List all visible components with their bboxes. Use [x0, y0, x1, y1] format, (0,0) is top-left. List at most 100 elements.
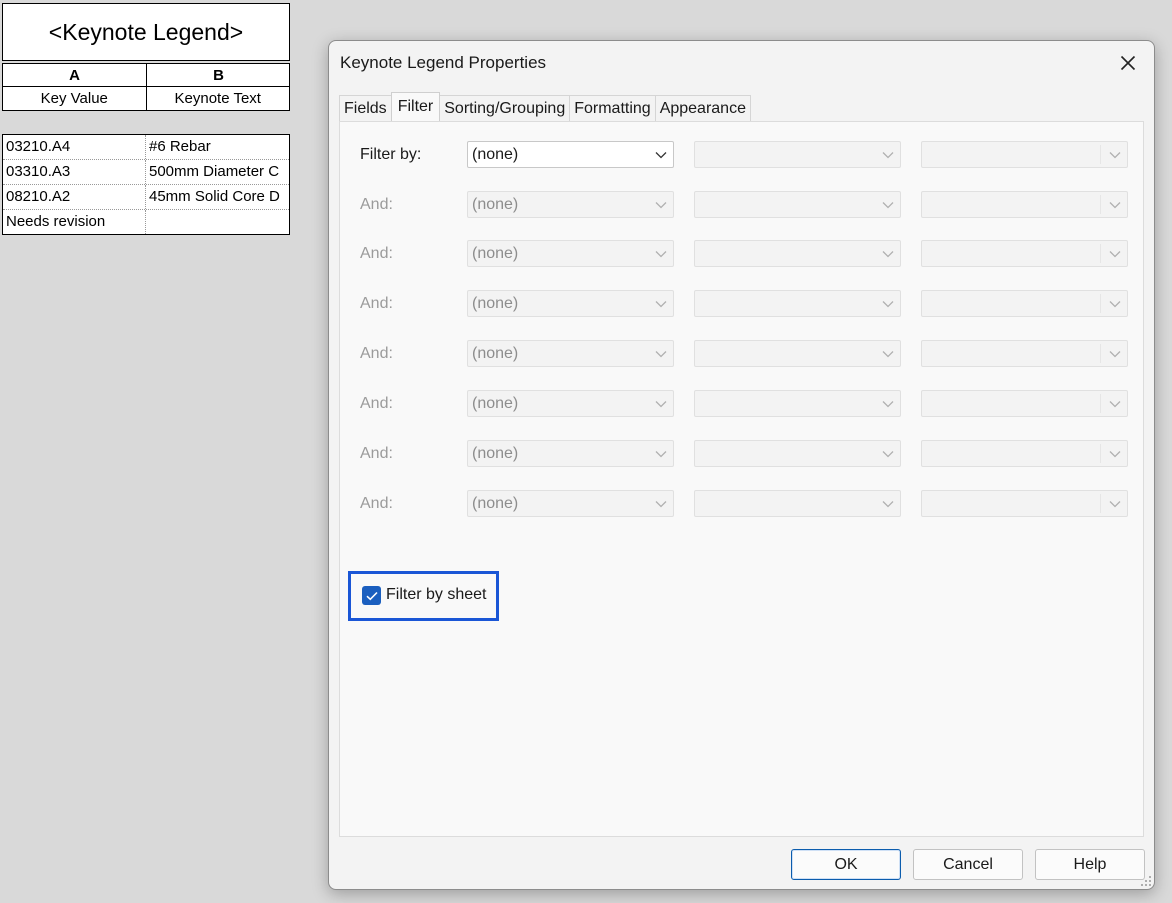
chevron-down-icon: [655, 351, 667, 358]
chevron-down-icon: [655, 202, 667, 209]
filter-field-select[interactable]: (none): [467, 191, 674, 218]
filter-row-label: And:: [360, 295, 393, 312]
help-button[interactable]: Help: [1035, 849, 1145, 880]
filter-row: And: (none): [340, 290, 1143, 318]
keynote-text-cell[interactable]: #6 Rebar: [146, 135, 289, 159]
schedule-title[interactable]: <Keynote Legend>: [2, 3, 290, 61]
table-row[interactable]: Needs revision: [3, 210, 289, 234]
keynote-legend-properties-dialog: Keynote Legend Properties Fields Filter …: [328, 40, 1155, 890]
filter-field-value: (none): [472, 245, 519, 262]
schedule-body: 03210.A4 #6 Rebar 03310.A3 500mm Diamete…: [2, 134, 290, 235]
column-header-key-value[interactable]: Key Value: [3, 87, 147, 110]
filter-value-select[interactable]: [921, 191, 1128, 218]
filter-value-select[interactable]: [921, 141, 1128, 168]
combo-separator: [1100, 244, 1101, 263]
filter-value-select[interactable]: [921, 390, 1128, 417]
filter-condition-select[interactable]: [694, 390, 901, 417]
resize-grip-icon[interactable]: [1140, 875, 1152, 887]
schedule-column-headers: Key Value Keynote Text: [2, 87, 290, 111]
chevron-down-icon: [1109, 301, 1121, 308]
filter-field-value: (none): [472, 395, 519, 412]
chevron-down-icon: [655, 251, 667, 258]
keynote-text-cell[interactable]: 500mm Diameter C: [146, 160, 289, 184]
chevron-down-icon: [882, 401, 894, 408]
ok-button[interactable]: OK: [791, 849, 901, 880]
table-row[interactable]: 03210.A4 #6 Rebar: [3, 135, 289, 160]
filter-row: Filter by: (none): [340, 141, 1143, 169]
combo-separator: [1100, 494, 1101, 513]
tab-filter[interactable]: Filter: [390, 92, 441, 121]
filter-row-label: And:: [360, 395, 393, 412]
chevron-down-icon: [882, 351, 894, 358]
filter-condition-select[interactable]: [694, 290, 901, 317]
combo-separator: [1100, 195, 1101, 214]
filter-row: And: (none): [340, 191, 1143, 219]
key-value-cell[interactable]: 08210.A2: [3, 185, 146, 209]
filter-condition-select[interactable]: [694, 440, 901, 467]
close-button[interactable]: [1116, 51, 1140, 75]
filter-row-label: And:: [360, 245, 393, 262]
filter-field-select[interactable]: (none): [467, 390, 674, 417]
key-value-cell[interactable]: 03310.A3: [3, 160, 146, 184]
keynote-text-cell[interactable]: [146, 210, 289, 234]
filter-field-select[interactable]: (none): [467, 141, 674, 168]
filter-condition-select[interactable]: [694, 340, 901, 367]
filter-by-sheet-label[interactable]: Filter by sheet: [386, 586, 486, 604]
tab-bar: Fields Filter Sorting/Grouping Formattin…: [339, 92, 751, 121]
filter-field-value: (none): [472, 495, 519, 512]
tab-appearance[interactable]: Appearance: [654, 95, 751, 121]
filter-row: And: (none): [340, 240, 1143, 268]
filter-value-select[interactable]: [921, 340, 1128, 367]
combo-separator: [1100, 145, 1101, 164]
chevron-down-icon: [1109, 501, 1121, 508]
table-row[interactable]: 08210.A2 45mm Solid Core D: [3, 185, 289, 210]
filter-field-value: (none): [472, 345, 519, 362]
filter-condition-select[interactable]: [694, 490, 901, 517]
filter-condition-select[interactable]: [694, 240, 901, 267]
filter-value-select[interactable]: [921, 490, 1128, 517]
filter-field-select[interactable]: (none): [467, 340, 674, 367]
cancel-button[interactable]: Cancel: [913, 849, 1023, 880]
tab-sorting-grouping[interactable]: Sorting/Grouping: [439, 95, 571, 121]
checkmark-icon: [365, 591, 378, 600]
filter-row: And: (none): [340, 390, 1143, 418]
filter-value-select[interactable]: [921, 290, 1128, 317]
filter-field-select[interactable]: (none): [467, 440, 674, 467]
table-row[interactable]: 03310.A3 500mm Diameter C: [3, 160, 289, 185]
schedule-separator: [2, 111, 290, 134]
combo-separator: [1100, 294, 1101, 313]
tab-fields[interactable]: Fields: [339, 95, 392, 121]
filter-row: And: (none): [340, 490, 1143, 518]
filter-row-label: And:: [360, 196, 393, 213]
combo-separator: [1100, 444, 1101, 463]
chevron-down-icon: [1109, 351, 1121, 358]
filter-value-select[interactable]: [921, 440, 1128, 467]
filter-field-select[interactable]: (none): [467, 490, 674, 517]
filter-field-select[interactable]: (none): [467, 240, 674, 267]
chevron-down-icon: [655, 401, 667, 408]
chevron-down-icon: [655, 501, 667, 508]
keynote-text-cell[interactable]: 45mm Solid Core D: [146, 185, 289, 209]
filter-condition-select[interactable]: [694, 191, 901, 218]
column-letter-a[interactable]: A: [3, 64, 147, 86]
chevron-down-icon: [882, 451, 894, 458]
filter-by-sheet-highlight: Filter by sheet: [348, 571, 499, 621]
key-value-cell[interactable]: Needs revision: [3, 210, 146, 234]
tab-formatting[interactable]: Formatting: [569, 95, 656, 121]
chevron-down-icon: [882, 202, 894, 209]
chevron-down-icon: [882, 301, 894, 308]
chevron-down-icon: [882, 501, 894, 508]
filter-row: And: (none): [340, 440, 1143, 468]
filter-value-select[interactable]: [921, 240, 1128, 267]
column-header-keynote-text[interactable]: Keynote Text: [147, 87, 290, 110]
filter-field-select[interactable]: (none): [467, 290, 674, 317]
filter-field-value: (none): [472, 445, 519, 462]
filter-by-sheet-checkbox[interactable]: [362, 586, 381, 605]
key-value-cell[interactable]: 03210.A4: [3, 135, 146, 159]
column-letter-b[interactable]: B: [147, 64, 290, 86]
filter-condition-select[interactable]: [694, 141, 901, 168]
chevron-down-icon: [882, 251, 894, 258]
filter-row-label: And:: [360, 445, 393, 462]
chevron-down-icon: [1109, 451, 1121, 458]
chevron-down-icon: [655, 301, 667, 308]
